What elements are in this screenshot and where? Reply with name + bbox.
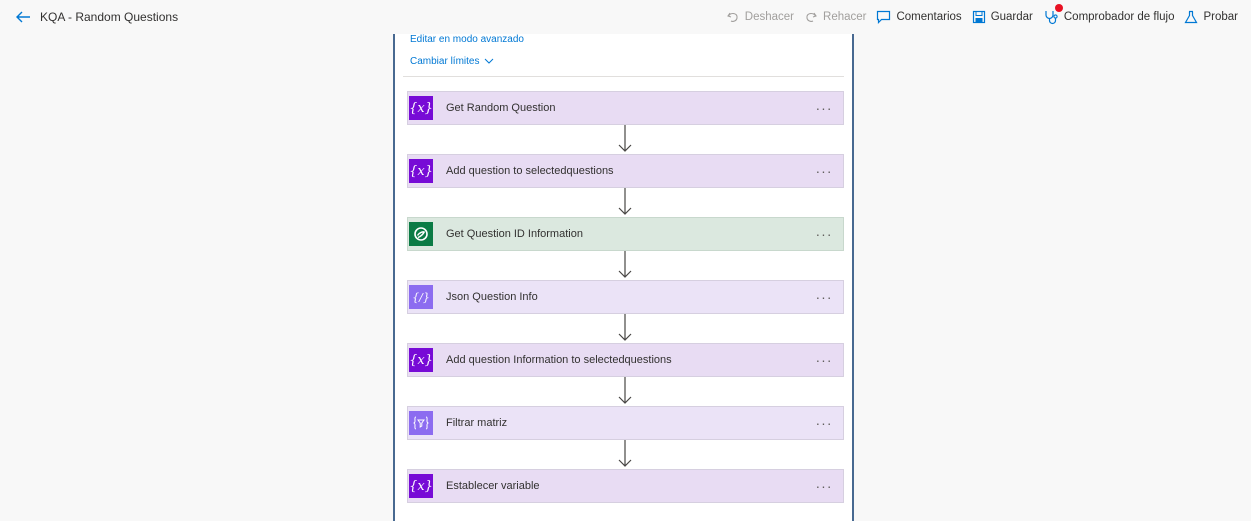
more-options-button[interactable]: ··· xyxy=(813,479,835,493)
dataverse-icon xyxy=(409,222,433,246)
undo-label: Deshacer xyxy=(744,11,795,23)
test-button[interactable]: Probar xyxy=(1179,10,1243,24)
flow-checker-label: Comprobador de flujo xyxy=(1063,11,1175,23)
test-label: Probar xyxy=(1203,11,1238,23)
step-label: Establecer variable xyxy=(446,480,540,492)
step-label: Filtrar matriz xyxy=(446,417,508,429)
variable-icon: {x} xyxy=(409,159,433,183)
alert-dot xyxy=(1054,4,1063,12)
edit-advanced-mode-link[interactable]: Editar en modo avanzado xyxy=(410,34,524,45)
step-card[interactable]: Get Question ID Information ··· xyxy=(407,217,844,251)
comments-button[interactable]: Comentarios xyxy=(871,10,966,24)
change-limits-label: Cambiar límites xyxy=(410,56,480,67)
more-options-button[interactable]: ··· xyxy=(813,101,835,115)
variable-icon: {x} xyxy=(409,96,433,120)
flask-icon xyxy=(1184,10,1199,24)
connector-arrow-icon xyxy=(618,251,632,278)
save-icon xyxy=(972,10,986,24)
redo-button[interactable]: Rehacer xyxy=(799,10,871,24)
step-label: Json Question Info xyxy=(446,291,538,303)
apply-to-each-scope: Editar en modo avanzado Cambiar límites … xyxy=(393,34,854,521)
step-card[interactable]: {x} Establecer variable ··· xyxy=(407,469,844,503)
more-options-button[interactable]: ··· xyxy=(813,227,835,241)
connector-arrow-icon xyxy=(618,440,632,467)
connector-arrow-icon xyxy=(618,314,632,341)
step-label: Add question Information to selectedques… xyxy=(446,354,672,366)
step-card[interactable]: {x} Add question Information to selected… xyxy=(407,343,844,377)
step-label: Get Random Question xyxy=(446,102,556,114)
divider xyxy=(403,76,844,77)
comments-label: Comentarios xyxy=(896,11,962,23)
redo-label: Rehacer xyxy=(823,11,867,23)
step-card[interactable]: {x} Add question to selectedquestions ··… xyxy=(407,154,844,188)
connector-arrow-icon xyxy=(618,188,632,215)
back-arrow-icon[interactable] xyxy=(14,8,32,26)
step-label: Get Question ID Information xyxy=(446,228,583,240)
variable-icon: {x} xyxy=(409,348,433,372)
step-card[interactable]: {∕} Json Question Info ··· xyxy=(407,280,844,314)
top-toolbar: KQA - Random Questions Deshacer Rehacer … xyxy=(0,0,1251,34)
stethoscope-icon xyxy=(1043,4,1063,25)
filter-icon xyxy=(409,411,433,435)
flow-title: KQA - Random Questions xyxy=(40,10,179,24)
more-options-button[interactable]: ··· xyxy=(813,290,835,304)
save-button[interactable]: Guardar xyxy=(967,10,1038,24)
flow-checker-button[interactable]: Comprobador de flujo xyxy=(1038,4,1180,25)
command-bar: Deshacer Rehacer Comentarios Guardar Com… xyxy=(721,4,1243,28)
undo-icon xyxy=(726,10,740,24)
step-label: Add question to selectedquestions xyxy=(446,165,614,177)
redo-icon xyxy=(804,10,818,24)
json-icon: {∕} xyxy=(409,285,433,309)
change-limits-link[interactable]: Cambiar límites xyxy=(410,56,494,67)
more-options-button[interactable]: ··· xyxy=(813,164,835,178)
variable-icon: {x} xyxy=(409,474,433,498)
step-card[interactable]: {x} Get Random Question ··· xyxy=(407,91,844,125)
connector-arrow-icon xyxy=(618,125,632,152)
more-options-button[interactable]: ··· xyxy=(813,416,835,430)
connector-arrow-icon xyxy=(618,377,632,404)
comment-icon xyxy=(876,10,891,24)
undo-button[interactable]: Deshacer xyxy=(721,10,799,24)
more-options-button[interactable]: ··· xyxy=(813,353,835,367)
chevron-down-icon xyxy=(484,56,494,67)
step-card[interactable]: Filtrar matriz ··· xyxy=(407,406,844,440)
save-label: Guardar xyxy=(990,11,1033,23)
